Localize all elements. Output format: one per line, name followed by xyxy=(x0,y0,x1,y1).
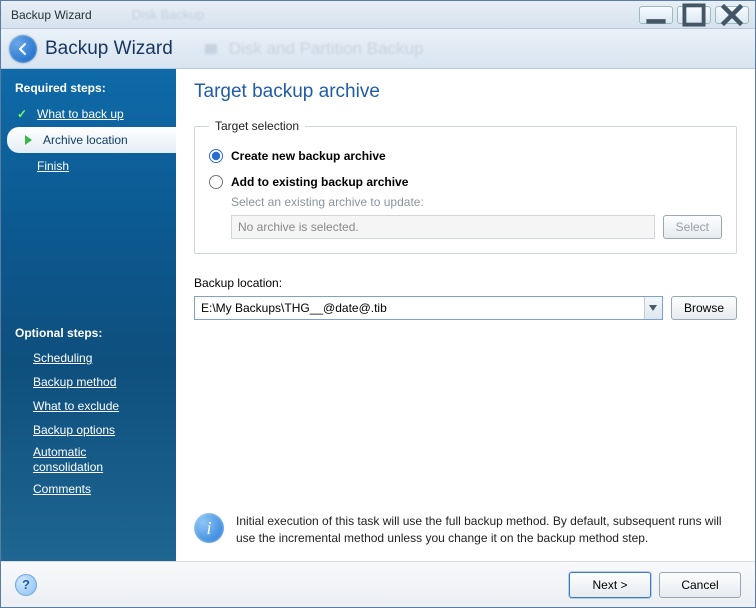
select-existing-hint: Select an existing archive to update: xyxy=(231,195,722,209)
radio-create-label[interactable]: Create new backup archive xyxy=(231,149,386,163)
optional-steps-heading: Optional steps: xyxy=(1,322,176,346)
radio-add-label[interactable]: Add to existing backup archive xyxy=(231,175,408,189)
title-bar-context: Disk Backup xyxy=(132,7,204,22)
info-icon: i xyxy=(194,513,224,543)
optional-steps: Optional steps: Scheduling Backup method… xyxy=(1,322,176,561)
cancel-button[interactable]: Cancel xyxy=(659,572,741,598)
footer: ? Next > Cancel xyxy=(1,561,755,607)
step-scheduling[interactable]: Scheduling xyxy=(1,346,176,370)
step-what-to-back-up[interactable]: ✓ What to back up xyxy=(1,101,176,127)
target-selection-legend: Target selection xyxy=(209,119,305,133)
required-steps-heading: Required steps: xyxy=(1,77,176,101)
backup-location-combo[interactable] xyxy=(194,296,663,320)
backup-location-label: Backup location: xyxy=(194,276,737,290)
backup-location-row: Browse xyxy=(194,296,737,320)
step-link[interactable]: Finish xyxy=(37,159,69,173)
backup-location-input[interactable] xyxy=(195,297,644,319)
maximize-button[interactable] xyxy=(677,6,711,24)
select-archive-button: Select xyxy=(663,215,722,239)
radio-add-input[interactable] xyxy=(209,175,223,189)
step-comments[interactable]: Comments xyxy=(1,477,176,501)
window-title: Backup Wizard xyxy=(11,8,92,22)
target-selection-group: Target selection Create new backup archi… xyxy=(194,119,737,254)
page-title: Target backup archive xyxy=(194,81,737,103)
step-archive-location[interactable]: Archive location xyxy=(7,127,176,153)
step-icon-empty xyxy=(15,159,29,173)
step-backup-options[interactable]: Backup options xyxy=(1,418,176,442)
radio-add-existing[interactable]: Add to existing backup archive xyxy=(209,175,722,189)
step-automatic-consolidation[interactable]: Automaticconsolidation xyxy=(1,442,176,477)
browse-button[interactable]: Browse xyxy=(671,296,737,320)
existing-archive-sub: Select an existing archive to update: Se… xyxy=(231,195,722,239)
backup-wizard-window: Backup Wizard Disk Backup Backup Wizard … xyxy=(0,0,756,608)
step-finish[interactable]: Finish xyxy=(1,153,176,179)
back-button[interactable] xyxy=(9,35,37,63)
step-link: Archive location xyxy=(43,133,128,147)
step-backup-method[interactable]: Backup method xyxy=(1,370,176,394)
step-link[interactable]: What to back up xyxy=(37,107,124,121)
radio-create-input[interactable] xyxy=(209,149,223,163)
info-text: Initial execution of this task will use … xyxy=(236,513,737,547)
close-button[interactable] xyxy=(715,6,749,24)
sidebar: Required steps: ✓ What to back up Archiv… xyxy=(1,69,176,561)
help-button[interactable]: ? xyxy=(15,574,37,596)
header-bar: Backup Wizard Disk and Partition Backup xyxy=(1,29,755,69)
check-icon: ✓ xyxy=(15,107,29,121)
next-button[interactable]: Next > xyxy=(569,572,651,598)
header-title: Backup Wizard xyxy=(45,38,173,60)
arrow-right-icon xyxy=(21,133,35,147)
title-bar: Backup Wizard Disk Backup xyxy=(1,1,755,29)
step-what-to-exclude[interactable]: What to exclude xyxy=(1,394,176,418)
header-context: Disk and Partition Backup xyxy=(203,39,424,59)
radio-create-new[interactable]: Create new backup archive xyxy=(209,149,722,163)
backup-location-dropdown[interactable] xyxy=(644,297,662,319)
window-controls xyxy=(639,6,749,24)
main-panel: Target backup archive Target selection C… xyxy=(176,69,755,561)
existing-archive-field xyxy=(231,215,655,239)
minimize-button[interactable] xyxy=(639,6,673,24)
wizard-body: Required steps: ✓ What to back up Archiv… xyxy=(1,69,755,561)
info-row: i Initial execution of this task will us… xyxy=(194,505,737,561)
